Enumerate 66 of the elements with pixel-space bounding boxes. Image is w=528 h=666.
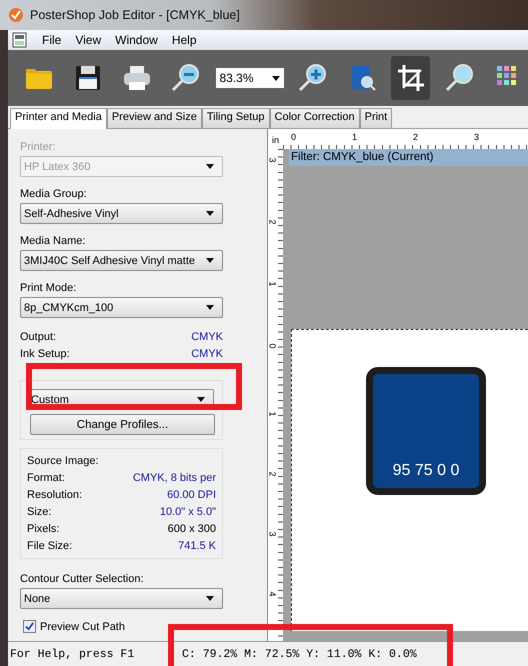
menu-item[interactable]: Window [115,33,158,47]
ruler-label: 1 [268,412,278,416]
magnifier-icon [444,62,476,94]
field-label: Printer: [20,141,56,153]
dropdown[interactable]: 3MIJ40C Self Adhesive Vinyl matte [20,250,223,271]
ruler-unit: in [268,129,283,149]
ruler-label: 2 [268,472,278,476]
field-label: Media Group: [20,188,88,200]
tab[interactable]: Tiling Setup [202,108,270,128]
field-label: Ink Setup: [20,348,70,360]
field-label: Size: [27,506,52,518]
menu-item[interactable]: Help [172,33,197,47]
caret-icon [206,211,214,216]
field-value: CMYK, 8 bits per [132,472,216,484]
ruler-label: 0 [291,132,296,142]
window-title: PosterShop Job Editor - [CMYK_blue] [30,8,240,22]
tab[interactable]: Printer and Media [10,108,107,129]
field-value: 741.5 K [178,540,216,552]
ruler-label: 4 [268,592,278,596]
menu-item[interactable]: View [75,33,102,47]
field-label: Output: [20,331,56,343]
group-label: Source Image: [27,455,100,467]
ruler-label: 3 [268,532,278,536]
ruler-label: 1 [268,282,278,286]
field-label: Contour Cutter Selection: [20,573,145,585]
checkbox[interactable] [23,620,36,633]
color-readout: C: 79.2% M: 72.5% Y: 11.0% K: 0.0% [181,648,417,660]
dropdown[interactable]: Self-Adhesive Vinyl [20,203,223,224]
field-label: File Size: [27,540,72,552]
caret-icon [197,397,205,402]
caret-icon [206,305,214,310]
toolbar-button[interactable] [391,56,430,100]
field-value: 10.0" x 5.0" [160,506,216,518]
dropdown[interactable]: None [20,588,223,609]
field-value: 60.00 DPI [167,489,216,501]
field-label: Format: [27,472,65,484]
menu-item[interactable]: File [42,33,62,47]
swatch-label: 95 75 0 0 [392,462,460,480]
ruler-label: 0 [268,344,278,348]
field-value: CMYK [191,348,223,360]
field-value: CMYK [191,331,223,343]
status-text: For Help, press F1 [9,648,136,660]
field-label: Resolution: [27,489,82,501]
app-icon [8,7,24,23]
ruler-label: 3 [474,132,480,142]
dropdown[interactable]: 8p_CMYKcm_100 [20,297,223,318]
zoom-dropdown[interactable]: 83.3% [216,68,284,88]
caret-icon [272,76,280,80]
document-icon[interactable] [12,32,28,48]
caret-icon [206,164,214,169]
ruler-label: 1 [352,132,358,142]
field-value: 600 x 300 [168,523,216,535]
caret-icon [206,596,214,601]
change-profiles-button[interactable]: Change Profiles... [30,414,215,435]
tab[interactable]: Color Correction [270,108,360,128]
ruler-label: 2 [268,220,278,224]
tab[interactable]: Print [360,108,392,128]
ruler-label: 3 [268,158,278,162]
field-label: Media Name: [20,235,86,247]
tab[interactable]: Preview and Size [106,108,202,128]
field-label: Pixels: [27,523,60,535]
filter-header: Filter: CMYK_blue (Current) [289,149,528,166]
field-label: Print Mode: [20,282,78,294]
caret-icon [206,258,214,263]
checkbox-label: Preview Cut Path [40,620,125,632]
ruler-label: 2 [413,132,418,142]
